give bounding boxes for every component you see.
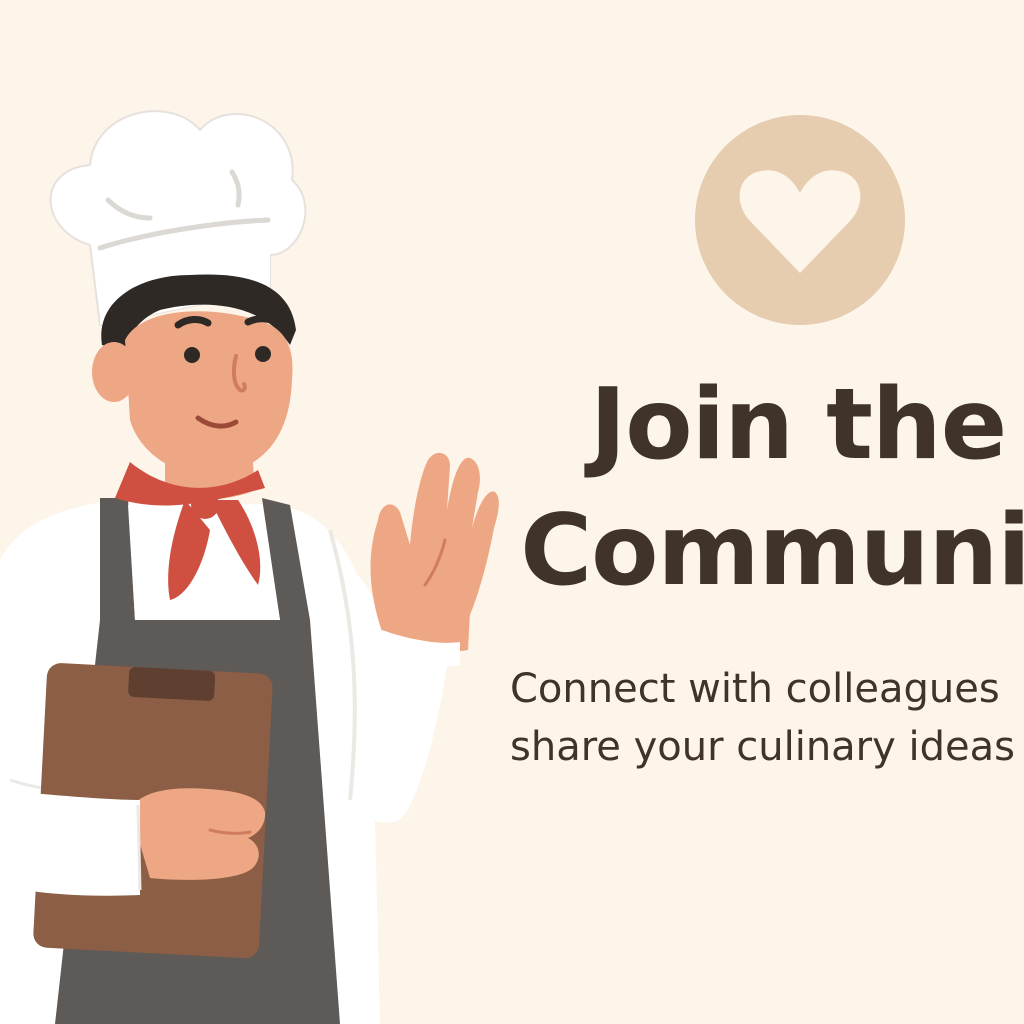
page-subtitle: Connect with colleagues share your culin… xyxy=(510,660,1024,776)
subtitle-line-2: share your culinary ideas xyxy=(510,724,1015,770)
left-eye xyxy=(184,347,200,363)
heart-badge xyxy=(695,115,905,325)
heart-icon xyxy=(739,170,861,273)
page-title: Join the Communit xyxy=(498,362,1024,614)
title-line-2: Communit xyxy=(520,494,1024,608)
right-eye xyxy=(255,346,271,362)
subtitle-line-1: Connect with colleagues xyxy=(510,666,1000,712)
title-line-1: Join the xyxy=(589,368,1007,482)
onboarding-screen: Join the Communit Connect with colleague… xyxy=(0,0,1024,1024)
waving-hand xyxy=(370,452,499,655)
